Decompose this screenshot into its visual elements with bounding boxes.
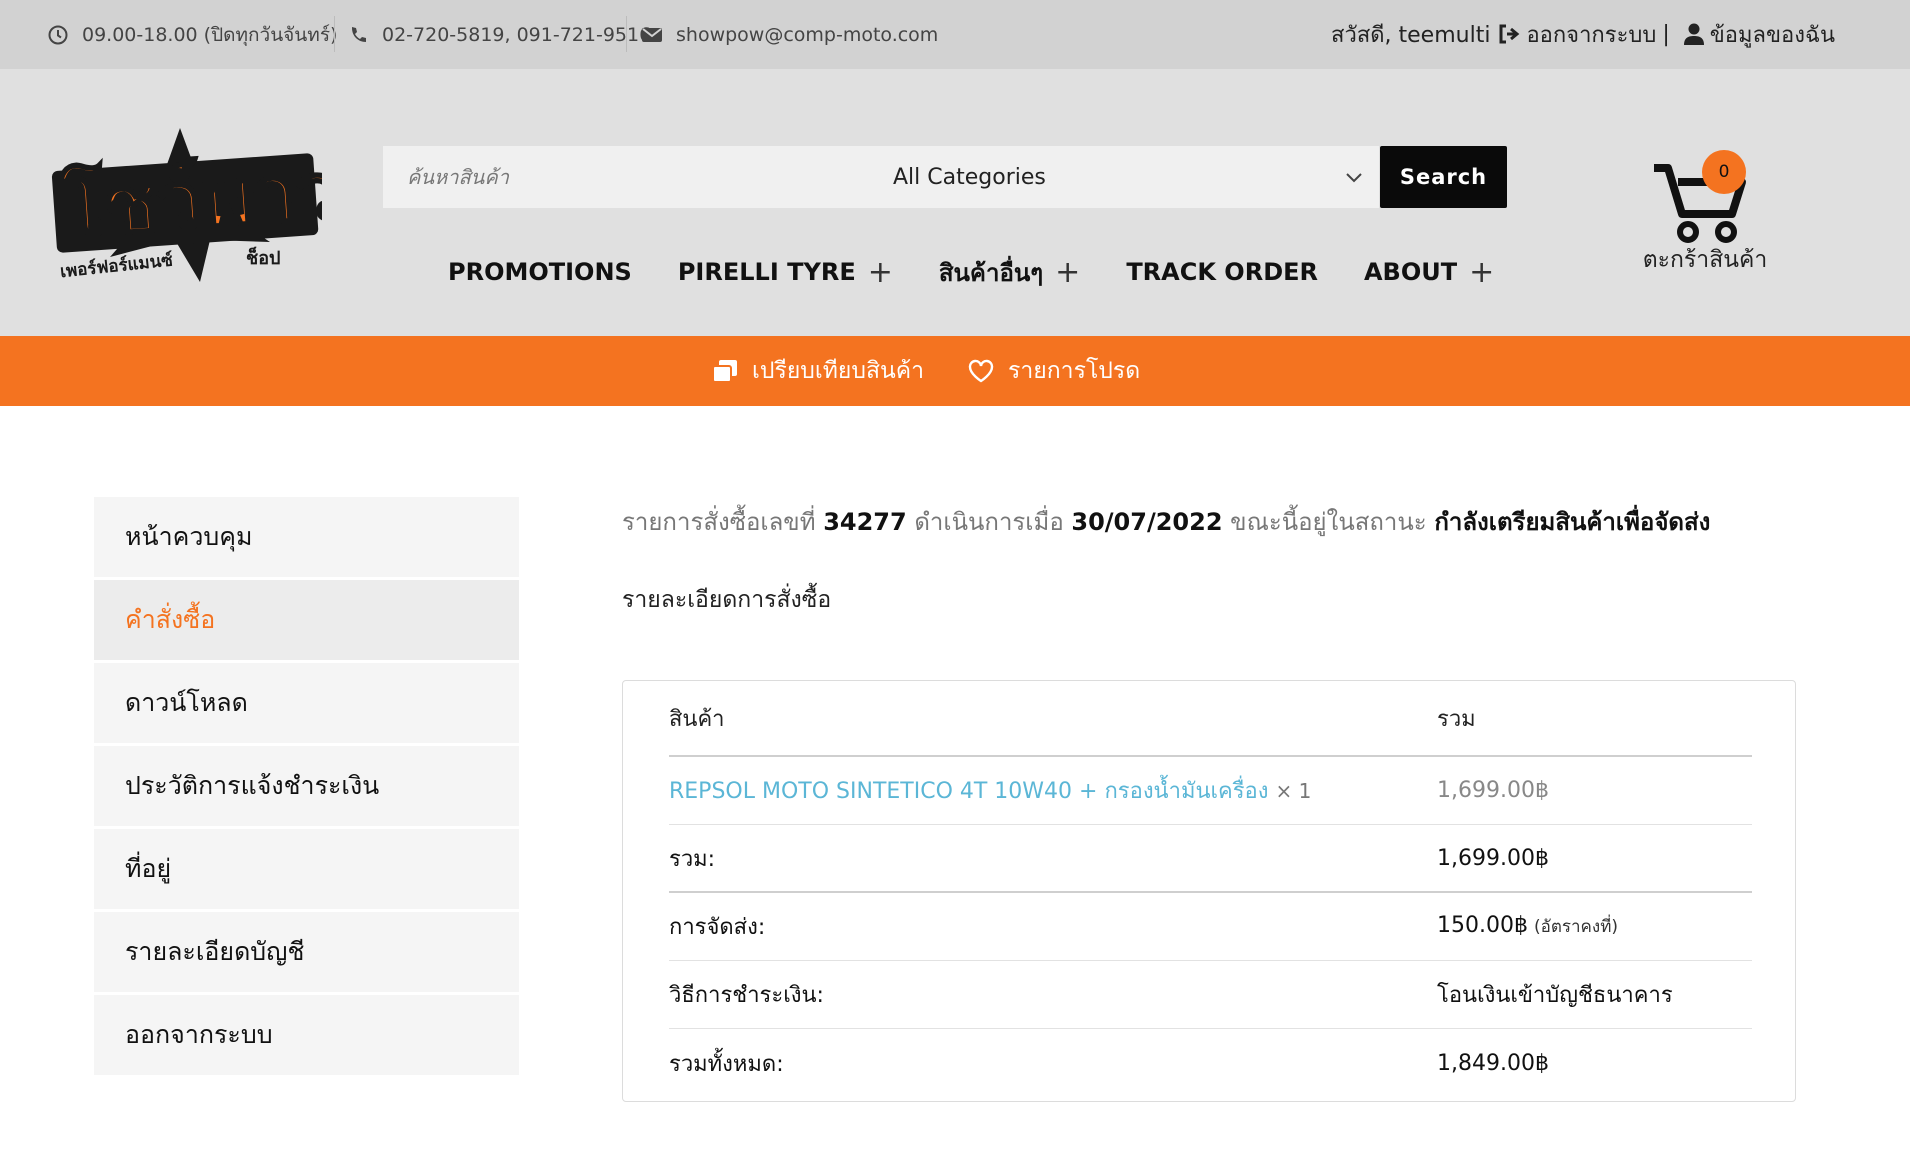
- category-select-value: All Categories: [893, 164, 1046, 190]
- table-row-shipping: การจัดส่ง: 150.00฿ (อัตราคงที่): [669, 893, 1752, 961]
- utility-bar: เปรียบเทียบสินค้า รายการโปรด: [0, 336, 1910, 406]
- wishlist-label: รายการโปรด: [1008, 358, 1141, 384]
- phone-contact[interactable]: 02-720-5819, 091-721-9516: [348, 22, 651, 48]
- heart-icon: [968, 359, 994, 383]
- site-logo[interactable]: โชว์พาว เพอร์ฟอร์แมนซ์ ช็อป: [50, 122, 344, 284]
- nav-item-about[interactable]: ABOUT +: [1364, 255, 1494, 290]
- sign-out-icon: [1499, 24, 1520, 44]
- main-nav: PROMOTIONS PIRELLI TYRE + สินค้าอื่นๆ + …: [448, 254, 1540, 290]
- plus-icon[interactable]: +: [1055, 255, 1080, 290]
- clock-icon: [48, 25, 68, 45]
- plus-icon[interactable]: +: [1469, 255, 1494, 290]
- order-number: 34277: [823, 508, 907, 536]
- sidebar-item-logout[interactable]: ออกจากระบบ: [94, 995, 519, 1075]
- payment-method-value: โอนเงินเข้าบัญชีธนาคาร: [1437, 983, 1673, 1008]
- table-header-row: สินค้า รวม: [669, 681, 1752, 757]
- product-quantity: × 1: [1275, 779, 1312, 803]
- order-date: 30/07/2022: [1071, 508, 1223, 536]
- opening-hours: 09.00-18.00 (ปิดทุกวันจันทร์): [48, 22, 337, 48]
- order-status: กำลังเตรียมสินค้าเพื่อจัดส่ง: [1434, 508, 1711, 536]
- greeting-text: สวัสดี, teemulti: [1331, 22, 1491, 48]
- grand-total-value: 1,849.00฿: [1437, 1050, 1549, 1076]
- product-line-total: 1,699.00฿: [1437, 778, 1549, 803]
- col-header-product: สินค้า: [669, 706, 725, 732]
- nav-label: PIRELLI TYRE: [677, 258, 856, 286]
- sidebar-item-payment-history[interactable]: ประวัติการแจ้งชำระเงิน: [94, 746, 519, 826]
- table-row-grand-total: รวมทั้งหมด: 1,849.00฿: [669, 1029, 1752, 1097]
- table-row-payment-method: วิธีการชำระเงิน: โอนเงินเข้าบัญชีธนาคาร: [669, 961, 1752, 1029]
- subtotal-value: 1,699.00฿: [1437, 845, 1549, 871]
- payment-method-label: วิธีการชำระเงิน:: [669, 983, 824, 1008]
- cart-count-badge: 0: [1702, 150, 1746, 194]
- col-header-total: รวม: [1437, 706, 1476, 732]
- order-status-line: รายการสั่งซื้อเลขที่ 34277 ดำเนินการเมื่…: [622, 502, 1710, 541]
- logout-link[interactable]: ออกจากระบบ: [1490, 17, 1656, 52]
- link-divider: |: [1662, 21, 1670, 47]
- my-account-label: ข้อมูลของฉัน: [1709, 22, 1835, 48]
- phone-icon: [352, 27, 366, 42]
- svg-text:โชว์พาว: โชว์พาว: [58, 144, 322, 255]
- compare-icon: [712, 360, 737, 383]
- cart-button[interactable]: 0 ตะกร้าสินค้า: [1640, 150, 1770, 280]
- wishlist-link[interactable]: รายการโปรด: [968, 356, 1140, 386]
- nav-item-other-products[interactable]: สินค้าอื่นๆ +: [939, 253, 1080, 292]
- email-contact[interactable]: showpow@comp-moto.com: [642, 22, 938, 48]
- product-link[interactable]: REPSOL MOTO SINTETICO 4T 10W40 + กรองน้ำ…: [669, 779, 1269, 804]
- nav-label: ABOUT: [1363, 258, 1458, 286]
- category-select[interactable]: All Categories: [873, 146, 1379, 208]
- sidebar-item-addresses[interactable]: ที่อยู่: [94, 829, 519, 909]
- divider: [334, 16, 335, 52]
- grand-total-label: รวมทั้งหมด:: [669, 1051, 784, 1077]
- order-details-title: รายละเอียดการสั่งซื้อ: [622, 587, 832, 613]
- top-info-bar: 09.00-18.00 (ปิดทุกวันจันทร์) 02-720-581…: [0, 0, 1910, 69]
- order-details-table: สินค้า รวม REPSOL MOTO SINTETICO 4T 10W4…: [622, 680, 1796, 1102]
- sidebar-item-account-details[interactable]: รายละเอียดบัญชี: [94, 912, 519, 992]
- shipping-note: (อัตราคงที่): [1533, 917, 1619, 937]
- account-links: สวัสดี, teemulti ออกจากระบบ | ข้อมูลของฉ…: [1331, 18, 1835, 50]
- cart-label: ตะกร้าสินค้า: [1642, 247, 1768, 273]
- search-input[interactable]: ค้นหาสินค้า: [383, 146, 873, 208]
- account-sidebar: หน้าควบคุม คำสั่งซื้อ ดาวน์โหลด ประวัติก…: [94, 497, 519, 1078]
- nav-label: TRACK ORDER: [1126, 258, 1318, 286]
- compare-label: เปรียบเทียบสินค้า: [752, 358, 925, 384]
- nav-item-track-order[interactable]: TRACK ORDER: [1126, 258, 1318, 286]
- showpow-logo-graphic: โชว์พาว เพอร์ฟอร์แมนซ์ ช็อป: [51, 128, 344, 282]
- shipping-value: 150.00฿: [1437, 913, 1528, 938]
- phone-text: 02-720-5819, 091-721-9516: [382, 24, 652, 46]
- search-button[interactable]: Search: [1380, 146, 1507, 208]
- nav-item-promotions[interactable]: PROMOTIONS: [448, 258, 632, 286]
- divider: [626, 16, 627, 52]
- nav-item-pirelli-tyre[interactable]: PIRELLI TYRE +: [678, 255, 893, 290]
- table-row-product: REPSOL MOTO SINTETICO 4T 10W40 + กรองน้ำ…: [669, 757, 1752, 825]
- envelope-icon: [642, 28, 662, 42]
- order-status-prefix: ขณะนี้อยู่ในสถานะ: [1230, 508, 1427, 536]
- user-icon: [1683, 23, 1704, 45]
- opening-hours-text: 09.00-18.00 (ปิดทุกวันจันทร์): [82, 24, 338, 46]
- svg-text:ช็อป: ช็อป: [246, 246, 280, 269]
- compare-products-link[interactable]: เปรียบเทียบสินค้า: [712, 356, 924, 386]
- my-account-link[interactable]: ข้อมูลของฉัน: [1676, 17, 1835, 52]
- nav-label: สินค้าอื่นๆ: [938, 258, 1044, 287]
- nav-label: PROMOTIONS: [448, 258, 632, 286]
- sidebar-item-dashboard[interactable]: หน้าควบคุม: [94, 497, 519, 577]
- logout-label: ออกจากระบบ: [1526, 22, 1657, 48]
- sidebar-item-orders[interactable]: คำสั่งซื้อ: [94, 580, 519, 660]
- email-text: showpow@comp-moto.com: [676, 24, 939, 46]
- shipping-label: การจัดส่ง:: [669, 915, 766, 940]
- table-row-subtotal: รวม: 1,699.00฿: [669, 825, 1752, 893]
- plus-icon[interactable]: +: [868, 255, 893, 290]
- order-prefix: รายการสั่งซื้อเลขที่: [622, 508, 816, 536]
- subtotal-label: รวม:: [669, 846, 716, 872]
- order-mid: ดำเนินการเมื่อ: [914, 508, 1064, 536]
- sidebar-item-downloads[interactable]: ดาวน์โหลด: [94, 663, 519, 743]
- chevron-down-icon: [1346, 173, 1362, 183]
